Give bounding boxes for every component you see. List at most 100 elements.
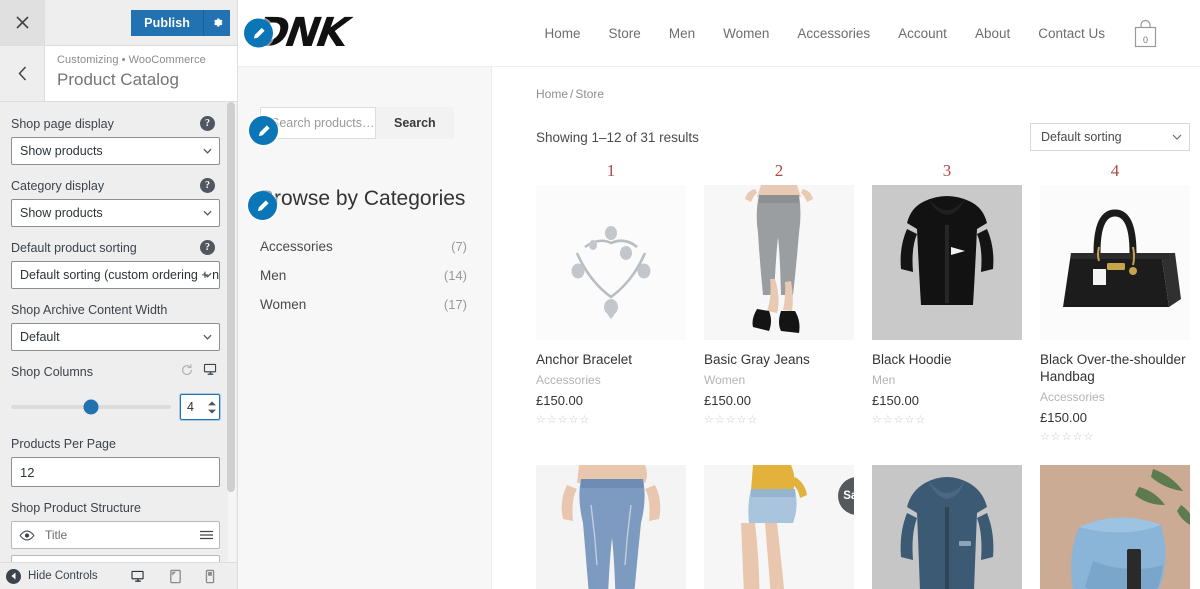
structure-row-title[interactable]: Title (11, 521, 220, 549)
product-image[interactable] (1040, 465, 1190, 589)
reset-icon[interactable] (180, 363, 194, 377)
gear-icon[interactable] (203, 9, 230, 36)
edit-pencil-icon[interactable] (244, 18, 273, 48)
search-button[interactable]: Search (376, 107, 454, 139)
customizer-app: Publish Customizing • WooCommerce Produc… (0, 0, 1200, 589)
nav-item-store[interactable]: Store (595, 26, 655, 41)
category-item-men[interactable]: Men (14) (260, 261, 467, 290)
control-shop-page-display: Shop page display ? Show products (11, 116, 223, 165)
product-image[interactable] (704, 185, 854, 340)
category-label: Men (260, 268, 287, 283)
product-card (872, 465, 1022, 589)
product-title[interactable]: Black Hoodie (872, 351, 1022, 368)
product-title[interactable]: Anchor Bracelet (536, 351, 686, 368)
breadcrumb-home[interactable]: Home (536, 87, 568, 101)
help-icon[interactable]: ? (200, 240, 215, 255)
product-price: £150.00 (704, 393, 751, 408)
help-icon[interactable]: ? (200, 116, 215, 131)
column-number: 1 (606, 161, 616, 180)
breadcrumb-current: Store (575, 87, 605, 101)
edit-pencil-icon[interactable] (248, 191, 277, 220)
cart-count: 0 (1142, 34, 1148, 45)
sorting-select[interactable]: Default sorting (1030, 123, 1190, 151)
breadcrumb-root: Customizing (57, 54, 119, 66)
logo-area: DNK (244, 10, 350, 56)
mobile-icon[interactable] (205, 569, 215, 584)
nav-item-home[interactable]: Home (531, 26, 595, 41)
slider-thumb[interactable] (83, 399, 99, 415)
eye-icon[interactable] (12, 530, 42, 541)
hide-controls-button[interactable]: Hide Controls (6, 568, 98, 584)
category-item-accessories[interactable]: Accessories (7) (260, 232, 467, 261)
control-category-display: Category display ? Show products (11, 178, 223, 227)
category-list: Accessories (7) Men (14) Women (17) (260, 232, 467, 319)
help-icon[interactable]: ? (200, 178, 215, 193)
product-title[interactable]: Basic Gray Jeans (704, 351, 854, 368)
product-card: Black Hoodie Men £150.00 ☆☆☆☆☆ (872, 185, 1022, 443)
sidebar-scrollbar-thumb[interactable] (227, 102, 235, 492)
customizer-panel-header: Customizing • WooCommerce Product Catalog (0, 46, 237, 102)
product-category: Accessories (536, 373, 601, 387)
product-price: £150.00 (872, 393, 919, 408)
nav-item-contact-us[interactable]: Contact Us (1024, 26, 1119, 41)
shop-columns-stepper[interactable]: 4 (180, 394, 220, 420)
site-header: DNK Home Store Men Women Accessories Acc… (238, 0, 1200, 67)
stepper-arrows[interactable] (205, 400, 219, 414)
nav-item-women[interactable]: Women (709, 26, 783, 41)
products-per-page-input[interactable]: 12 (11, 457, 220, 487)
chevron-left-icon[interactable] (0, 46, 45, 101)
caret-up-icon (208, 400, 216, 405)
control-label: Default product sorting (11, 241, 137, 255)
breadcrumb: Home / Store (536, 87, 1190, 101)
product-grid: Anchor Bracelet Accessories £150.00 ☆☆☆☆… (536, 185, 1190, 589)
control-label: Category display (11, 179, 105, 193)
nav-item-accessories[interactable]: Accessories (783, 26, 884, 41)
product-category: Accessories (1040, 390, 1105, 404)
structure-row-category[interactable]: Category (11, 555, 220, 562)
slider-row: 4 (11, 394, 223, 420)
tablet-icon[interactable] (169, 569, 182, 584)
results-row: Showing 1–12 of 31 results Default sorti… (536, 123, 1190, 151)
chevron-down-icon (203, 210, 212, 216)
product-image[interactable] (536, 465, 686, 589)
cart-button[interactable]: 0 (1133, 19, 1158, 48)
edit-pencil-icon[interactable] (249, 116, 278, 145)
product-title[interactable]: Black Over-the-shoulder Handbag (1040, 351, 1190, 385)
product-image[interactable] (872, 185, 1022, 340)
customizer-footer: Hide Controls (0, 562, 237, 589)
default-product-sorting-select[interactable]: Default sorting (custom ordering + na (11, 261, 220, 289)
grip-icon[interactable] (193, 530, 219, 540)
widget-title: Browse by Categories (248, 186, 467, 220)
product-rating: ☆☆☆☆☆ (704, 414, 759, 426)
product-image[interactable] (536, 185, 686, 340)
product-image[interactable] (1040, 185, 1190, 340)
product-category: Women (704, 373, 746, 387)
control-default-product-sorting: Default product sorting ? Default sortin… (11, 240, 223, 289)
product-rating: ☆☆☆☆☆ (536, 414, 591, 426)
sidebar-scrollbar-track[interactable] (227, 102, 236, 562)
page-body: Search products… Search Browse by Catego… (238, 67, 1200, 589)
desktop-icon[interactable] (203, 362, 218, 377)
product-search-form: Search products… Search (249, 107, 467, 145)
category-item-women[interactable]: Women (17) (260, 290, 467, 319)
product-image[interactable] (872, 465, 1022, 589)
control-label: Shop Product Structure (11, 501, 141, 515)
shop-columns-slider[interactable] (11, 399, 171, 415)
input-value: 12 (20, 464, 35, 480)
column-number: 3 (942, 161, 952, 180)
product-image[interactable]: Sale! (704, 465, 854, 589)
result-count: Showing 1–12 of 31 results (536, 129, 699, 145)
shop-archive-content-width-select[interactable]: Default (11, 323, 220, 351)
category-display-select[interactable]: Show products (11, 199, 220, 227)
close-icon[interactable] (0, 0, 45, 45)
publish-button[interactable]: Publish (131, 9, 203, 36)
caret-down-icon (208, 409, 216, 414)
control-header-row: Shop Columns (11, 362, 223, 385)
nav-item-men[interactable]: Men (655, 26, 709, 41)
breadcrumb-separator: • (121, 54, 126, 66)
widget-title-text: Browse by Categories (260, 187, 466, 210)
shop-page-display-select[interactable]: Show products (11, 137, 220, 165)
nav-item-about[interactable]: About (961, 26, 1024, 41)
desktop-icon[interactable] (130, 569, 146, 584)
nav-item-account[interactable]: Account (884, 26, 961, 41)
